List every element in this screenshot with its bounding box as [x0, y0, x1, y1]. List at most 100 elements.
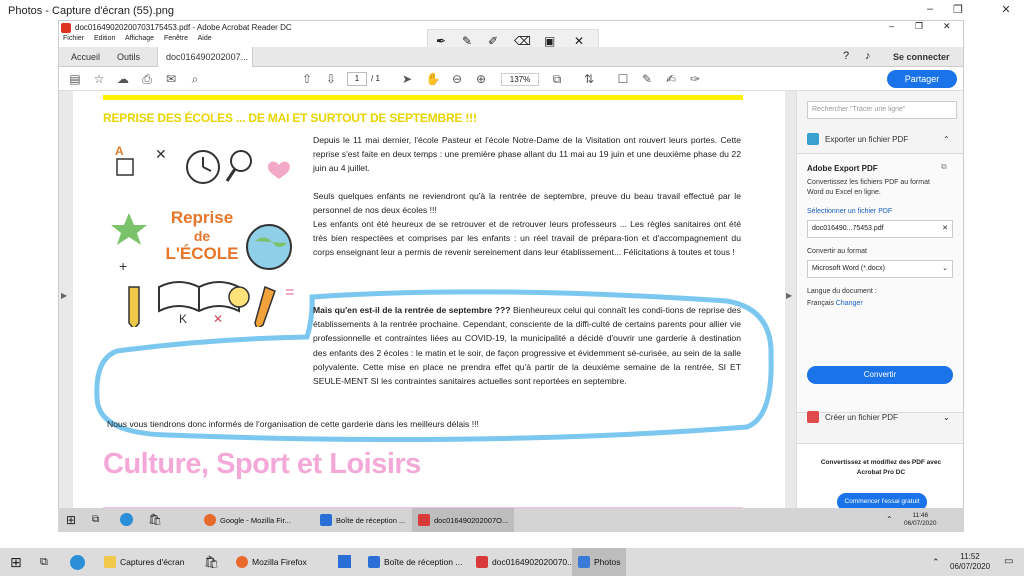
edge-icon[interactable]: [70, 555, 85, 570]
zoom-search-icon[interactable]: ⌕: [187, 71, 203, 87]
zoom-out-icon[interactable]: ⊖: [449, 71, 465, 87]
fit-page-icon[interactable]: ⧉: [549, 71, 565, 87]
start-icon[interactable]: ⊞: [10, 554, 22, 571]
left-panel-toggle-icon[interactable]: ▶: [61, 291, 67, 300]
cursor-icon[interactable]: ➤: [399, 71, 415, 87]
inner-date: 06/07/2020: [904, 520, 937, 527]
star-icon[interactable]: ☆: [91, 71, 107, 87]
document-viewport[interactable]: ▶ REPRISE DES ÉCOLES ... DE MAI ET SURTO…: [59, 91, 796, 527]
svg-text:+: +: [119, 258, 127, 274]
sign-icon[interactable]: ✍: [663, 71, 679, 87]
menu-affichage[interactable]: Affichage: [125, 35, 154, 42]
inner-taskview-icon[interactable]: ⧉: [92, 514, 99, 525]
mail-pin-icon[interactable]: [338, 555, 351, 568]
help-icon[interactable]: ?: [843, 50, 849, 62]
select-file-link[interactable]: Sélectionner un fichier PDF: [807, 208, 892, 215]
upload-icon[interactable]: ☁: [115, 71, 131, 87]
save-file-icon[interactable]: ▤: [67, 71, 83, 87]
marker-icon[interactable]: ✎: [462, 34, 472, 48]
print-icon[interactable]: ⎙: [139, 71, 155, 87]
restore-icon[interactable]: ❐: [946, 3, 970, 19]
paragraph-rentree-bold-lead: Mais qu'en est-il de la rentrée de septe…: [313, 303, 741, 388]
convert-to-label: Convertir au format: [807, 248, 867, 255]
paragraph-inform: Nous vous tiendrons donc informés de l'o…: [107, 419, 479, 429]
export-description: Convertissez les fichiers PDF au format …: [807, 179, 930, 196]
inner-start-icon[interactable]: ⊞: [66, 513, 76, 527]
bell-icon[interactable]: ♪: [865, 50, 871, 62]
page-down-icon[interactable]: ⇩: [323, 71, 339, 87]
page-up-icon[interactable]: ⇧: [299, 71, 315, 87]
format-select[interactable]: Microsoft Word (*.docx) ⌄: [807, 260, 953, 278]
fill-sign-icon[interactable]: ✑: [687, 71, 703, 87]
pen-icon[interactable]: ✒: [436, 34, 446, 48]
close-toolbar-icon[interactable]: ✕: [574, 34, 584, 48]
menu-fenetre[interactable]: Fenêtre: [164, 35, 188, 42]
highlight-tool-icon[interactable]: ✎: [639, 71, 655, 87]
inner-tray-chevron-icon[interactable]: ⌃: [886, 515, 893, 524]
tools-side-panel: Rechercher "Tracer une ligne" Exporter u…: [796, 91, 963, 527]
zoom-select[interactable]: 137%: [501, 73, 539, 86]
export-pdf-title[interactable]: Exporter un fichier PDF: [825, 135, 908, 144]
scroll-mode-icon[interactable]: ⇅: [581, 71, 597, 87]
acro-restore-icon[interactable]: ❐: [915, 21, 923, 32]
tab-accueil[interactable]: Accueil: [63, 47, 108, 67]
zoom-in-icon[interactable]: ⊕: [473, 71, 489, 87]
task-screenshots-label: Captures d'écran: [120, 557, 185, 567]
right-panel-toggle-icon[interactable]: ▶: [786, 291, 792, 300]
minimize-icon[interactable]: –: [918, 3, 942, 19]
collapse-export-icon[interactable]: ⌃: [943, 135, 950, 144]
copy-icon[interactable]: ⧉: [941, 162, 947, 172]
task-mail[interactable]: Boîte de réception ...: [362, 548, 468, 576]
reprise-badge: Reprise de L'ÉCOLE: [159, 209, 245, 263]
inner-task-mail-label: Boîte de réception ...: [336, 515, 406, 525]
change-language-link[interactable]: Changer: [836, 300, 863, 307]
save-icon[interactable]: ▣: [544, 34, 555, 48]
notifications-icon[interactable]: ▭: [1004, 556, 1013, 567]
inner-time: 11:46: [912, 512, 929, 519]
taskbar-clock: 11:52 06/07/2020: [950, 552, 990, 572]
eraser-icon[interactable]: ⌫: [514, 34, 531, 48]
acro-close-icon[interactable]: ✕: [943, 21, 951, 32]
menu-aide[interactable]: Aide: [198, 35, 212, 42]
task-photos[interactable]: Photos: [572, 548, 627, 576]
acro-minimize-icon[interactable]: –: [889, 21, 894, 31]
convert-button[interactable]: Convertir: [807, 366, 953, 384]
menu-edition[interactable]: Edition: [94, 35, 115, 42]
mail-icon[interactable]: ✉: [163, 71, 179, 87]
selected-file-field: doc016490...75453.pdf ✕: [807, 220, 953, 238]
taskbar-date: 06/07/2020: [950, 562, 991, 571]
tool-search-input[interactable]: Rechercher "Tracer une ligne": [807, 101, 957, 119]
task-acrobat[interactable]: doc0164902020070...: [470, 548, 580, 576]
svg-text:A: A: [115, 144, 124, 158]
inner-task-acrobat[interactable]: doc016490202007O...: [412, 508, 515, 532]
acrobat-logo-icon: [61, 23, 71, 33]
tab-outils[interactable]: Outils: [109, 47, 148, 67]
inner-edge-icon[interactable]: [120, 513, 133, 526]
expand-create-icon[interactable]: ⌄: [943, 413, 950, 422]
create-pdf-title[interactable]: Créer un fichier PDF: [825, 413, 898, 422]
close-icon[interactable]: ✕: [994, 3, 1018, 19]
menu-fichier[interactable]: Fichier: [63, 35, 84, 42]
tab-document-label: doc016490202007...: [166, 52, 249, 62]
task-screenshots-folder[interactable]: Captures d'écran: [98, 548, 190, 576]
paragraph-rentree-text: Bienheureux celui qui connaît les condi-…: [313, 305, 741, 387]
page-number-input[interactable]: 1: [347, 72, 367, 86]
inner-task-firefox[interactable]: Google - Mozilla Fir...: [198, 508, 297, 532]
tab-document[interactable]: doc016490202007... ✕: [157, 47, 253, 82]
tray-chevron-icon[interactable]: ⌃: [932, 557, 940, 568]
taskview-icon[interactable]: ⧉: [40, 556, 48, 569]
comment-icon[interactable]: ☐: [615, 71, 631, 87]
language-name: Français: [807, 300, 834, 307]
inner-store-icon[interactable]: 🛍: [148, 513, 162, 526]
task-firefox[interactable]: Mozilla Firefox: [230, 548, 313, 576]
export-pdf-icon: [807, 133, 819, 145]
outer-firefox-icon: [236, 556, 248, 568]
highlighter-icon[interactable]: ✐: [488, 34, 498, 48]
remove-file-icon[interactable]: ✕: [942, 224, 948, 232]
share-button[interactable]: Partager: [887, 70, 957, 88]
inner-task-mail[interactable]: Boîte de réception ...: [314, 508, 411, 532]
hand-icon[interactable]: ✋: [425, 71, 441, 87]
signin-link[interactable]: Se connecter: [893, 52, 950, 62]
create-pdf-icon: [807, 411, 819, 423]
store-icon[interactable]: 🛍: [204, 555, 219, 569]
